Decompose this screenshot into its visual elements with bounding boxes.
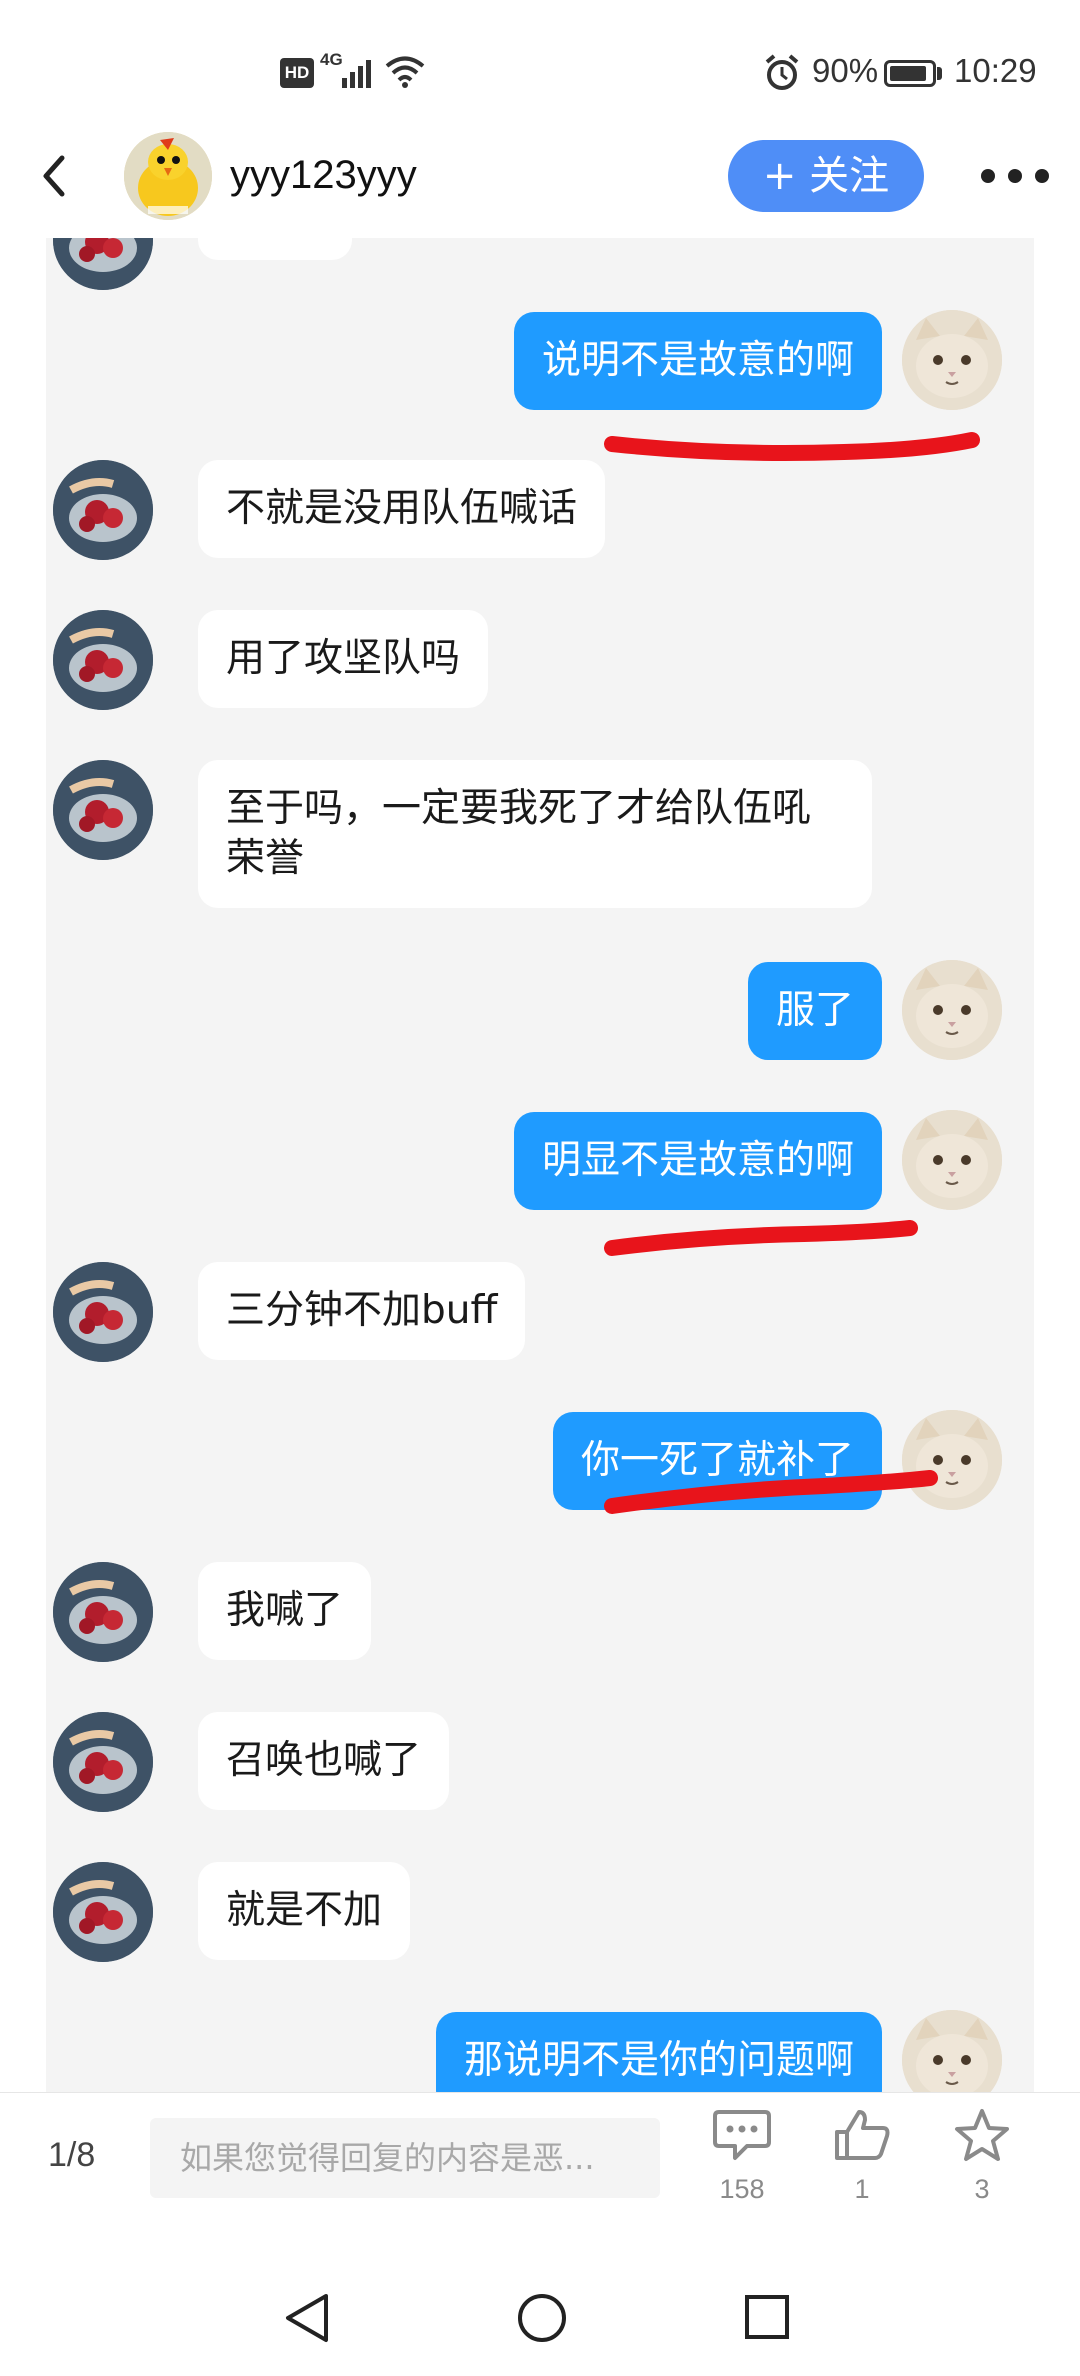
battery-fill xyxy=(890,66,926,81)
my-avatar xyxy=(902,2010,1002,2092)
hd-badge: HD xyxy=(280,58,314,88)
contact-avatar xyxy=(53,1562,153,1662)
message-bubble-outgoing[interactable]: 服了 xyxy=(747,962,882,1060)
message-bubble-outgoing[interactable]: 那说明不是你的问题啊 xyxy=(435,2012,882,2092)
wifi-icon xyxy=(385,56,425,88)
favorite-button[interactable]: 3 xyxy=(932,2108,1032,2205)
message-bubble-incoming[interactable]: 我喊了 xyxy=(198,1562,372,1660)
more-icon[interactable] xyxy=(980,168,1050,184)
battery-percent: 90% xyxy=(812,52,879,89)
comments-button[interactable]: 158 xyxy=(692,2108,792,2205)
red-underline-annotation xyxy=(604,432,980,461)
chick-avatar-icon xyxy=(124,132,212,220)
star-icon xyxy=(955,2109,1009,2161)
contact-avatar xyxy=(53,760,153,860)
alarm-icon xyxy=(765,54,799,90)
my-avatar xyxy=(902,310,1002,410)
message-bubble-incoming[interactable]: 用了攻坚队吗 xyxy=(198,610,489,708)
nav-recent-icon[interactable] xyxy=(744,2294,790,2340)
battery-icon xyxy=(884,60,936,87)
contact-avatar xyxy=(53,610,153,710)
avatar[interactable] xyxy=(124,132,212,220)
contact-avatar xyxy=(53,1262,153,1362)
message-bubble-incoming[interactable]: 至于吗，一定要我死了才给队伍吼荣誉 xyxy=(198,760,872,908)
message-bubble-incoming[interactable]: 三分钟不加buff xyxy=(198,1262,526,1360)
nav-home-icon[interactable] xyxy=(516,2292,568,2344)
red-underline-annotation xyxy=(604,1470,938,1514)
status-bar: HD 4G 90% 10:29 xyxy=(0,0,1080,140)
likes-count: 1 xyxy=(854,2174,870,2204)
message-bubble-outgoing[interactable]: 明显不是故意的啊 xyxy=(513,1112,882,1210)
red-underline-annotation xyxy=(604,1220,918,1256)
contact-avatar xyxy=(53,238,153,290)
message-bubble-incoming[interactable]: 召唤也喊了 xyxy=(198,1712,450,1810)
back-icon[interactable] xyxy=(34,150,74,202)
chat-panel[interactable]: 说明不是故意的啊 不就是没用队伍喊话 用了攻坚队吗 至于吗，一定要我死了才给队伍… xyxy=(46,238,1034,2092)
battery-tip xyxy=(937,67,942,80)
contact-avatar xyxy=(53,460,153,560)
message-bubble-incoming[interactable] xyxy=(198,238,352,260)
my-avatar xyxy=(902,1110,1002,1210)
clock: 10:29 xyxy=(954,52,1037,89)
contact-avatar xyxy=(53,1712,153,1812)
my-avatar xyxy=(902,960,1002,1060)
contact-avatar xyxy=(53,1862,153,1962)
reply-input[interactable] xyxy=(150,2118,660,2198)
comment-icon xyxy=(713,2110,771,2160)
like-icon xyxy=(835,2110,890,2160)
favorites-count: 3 xyxy=(974,2174,990,2204)
message-bubble-outgoing[interactable]: 说明不是故意的啊 xyxy=(513,312,882,410)
nav-back-icon[interactable] xyxy=(282,2290,332,2346)
like-button[interactable]: 1 xyxy=(812,2108,912,2205)
page-indicator[interactable]: 1/8 xyxy=(48,2136,95,2175)
message-bubble-incoming[interactable]: 就是不加 xyxy=(198,1862,411,1960)
message-bubble-incoming[interactable]: 不就是没用队伍喊话 xyxy=(198,460,606,558)
follow-button[interactable]: + 关注 xyxy=(728,140,924,212)
signal-icon xyxy=(342,60,371,88)
username[interactable]: yyy123yyy xyxy=(230,153,417,198)
comments-count: 158 xyxy=(719,2174,765,2204)
